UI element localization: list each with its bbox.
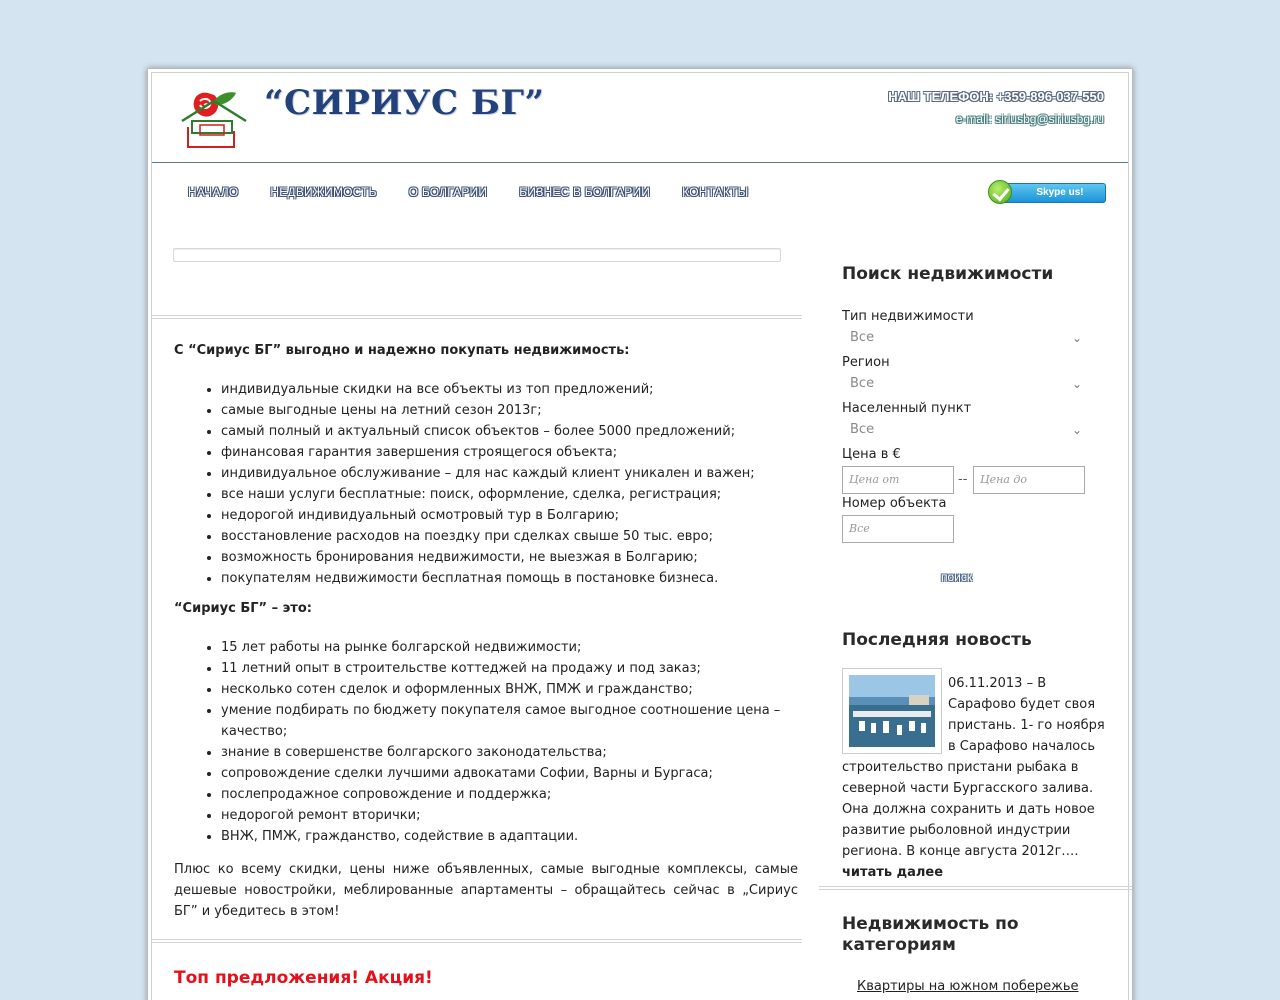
list-item: недорогой ремонт вторички; (221, 805, 798, 826)
nav-item-home[interactable]: НАЧАЛО (188, 185, 238, 199)
nav-item-contacts[interactable]: КОНТАКТЫ (682, 185, 748, 199)
type-label: Тип недвижимости (842, 309, 974, 324)
skype-button[interactable]: Skype us! (988, 180, 1106, 204)
locality-select-value: Все (850, 422, 875, 437)
benefits-list: индивидуальные скидки на все объекты из … (221, 379, 798, 589)
chevron-down-icon: ⌄ (1071, 423, 1082, 437)
region-label: Регион (842, 355, 890, 370)
type-select[interactable]: Все ⌄ (842, 327, 1086, 349)
list-item: восстановление расходов на поездку при с… (221, 526, 798, 547)
price-to-input[interactable]: Цена до (973, 466, 1085, 494)
object-number-input[interactable]: Все (842, 515, 954, 543)
phone-number: НАШ ТЕЛЕФОН: +359-896-037-550 (888, 89, 1104, 104)
main-nav: НАЧАЛО НЕДВИЖИМОСТЬ О БОЛГАРИИ БИЗНЕС В … (188, 185, 780, 199)
offers-heading: Топ предложения! Акция! (174, 968, 433, 988)
locality-label: Населенный пункт (842, 401, 972, 416)
news-body: 06.11.2013 – В Сарафово будет своя прист… (842, 673, 1108, 883)
brand-title[interactable]: “СИРИУС БГ” (264, 83, 545, 123)
locality-select[interactable]: Все ⌄ (842, 419, 1086, 441)
check-icon (988, 180, 1012, 204)
list-item: возможность бронирования недвижимости, н… (221, 547, 798, 568)
type-select-value: Все (850, 330, 875, 345)
nav-item-business[interactable]: БИЗНЕС В БОЛГАРИИ (519, 185, 650, 199)
divider (152, 315, 802, 319)
list-item: несколько сотен сделок и оформленных ВНЖ… (221, 679, 798, 700)
about-list: 15 лет работы на рынке болгарской недвиж… (221, 637, 798, 847)
logo-icon[interactable] (178, 87, 250, 151)
main-content: С “Сириус БГ” выгодно и надежно покупать… (174, 343, 798, 922)
email-link[interactable]: e-mail: siriusbg@siriusbg.ru (956, 112, 1104, 126)
price-separator: -- (958, 472, 968, 487)
region-select[interactable]: Все ⌄ (842, 373, 1086, 395)
slider-placeholder (173, 248, 781, 262)
list-item: все наши услуги бесплатные: поиск, оформ… (221, 484, 798, 505)
divider (819, 886, 1132, 890)
read-more-link[interactable]: читать далее (842, 865, 943, 880)
list-item: финансовая гарантия завершения строящего… (221, 442, 798, 463)
list-item: знание в совершенстве болгарского законо… (221, 742, 798, 763)
chevron-down-icon: ⌄ (1071, 377, 1082, 391)
list-item: 15 лет работы на рынке болгарской недвиж… (221, 637, 798, 658)
categories-title: Недвижимость по категориям (842, 914, 1019, 955)
divider (152, 939, 802, 943)
category-link[interactable]: Квартиры на южном побережье (857, 979, 1079, 994)
page-container: “СИРИУС БГ” НАШ ТЕЛЕФОН: +359-896-037-55… (147, 68, 1133, 1000)
header-divider (152, 162, 1128, 163)
list-item: 11 летний опыт в строительстве коттеджей… (221, 658, 798, 679)
list-item: ВНЖ, ПМЖ, гражданство, содействие в адап… (221, 826, 798, 847)
list-item: индивидуальные скидки на все объекты из … (221, 379, 798, 400)
search-button[interactable]: поиск (941, 570, 972, 584)
nav-item-about-bulgaria[interactable]: О БОЛГАРИИ (409, 185, 487, 199)
nav-item-realty[interactable]: НЕДВИЖИМОСТЬ (270, 185, 376, 199)
list-item: умение подбирать по бюджету покупателя с… (221, 700, 798, 742)
list-item: послепродажное сопровождение и поддержка… (221, 784, 798, 805)
list-item: сопровождение сделки лучшими адвокатами … (221, 763, 798, 784)
list-item: недорогой индивидуальный осмотровый тур … (221, 505, 798, 526)
closing-paragraph: Плюс ко всему скидки, цены ниже объявлен… (174, 862, 798, 919)
news-title: Последняя новость (842, 630, 1032, 650)
list-item: индивидуальное обслуживание – для нас ка… (221, 463, 798, 484)
price-from-input[interactable]: Цена от (842, 466, 954, 494)
list-item: самые выгодные цены на летний сезон 2013… (221, 400, 798, 421)
page-inner: “СИРИУС БГ” НАШ ТЕЛЕФОН: +359-896-037-55… (151, 72, 1132, 1000)
chevron-down-icon: ⌄ (1071, 331, 1082, 345)
region-select-value: Все (850, 376, 875, 391)
about-heading: “Сириус БГ” – это: (174, 601, 312, 616)
benefits-heading: С “Сириус БГ” выгодно и надежно покупать… (174, 343, 630, 358)
list-item: покупателям недвижимости бесплатная помо… (221, 568, 798, 589)
number-label: Номер объекта (842, 496, 947, 511)
price-label: Цена в € (842, 447, 901, 462)
list-item: самый полный и актуальный список объекто… (221, 421, 798, 442)
search-title: Поиск недвижимости (842, 264, 1054, 284)
